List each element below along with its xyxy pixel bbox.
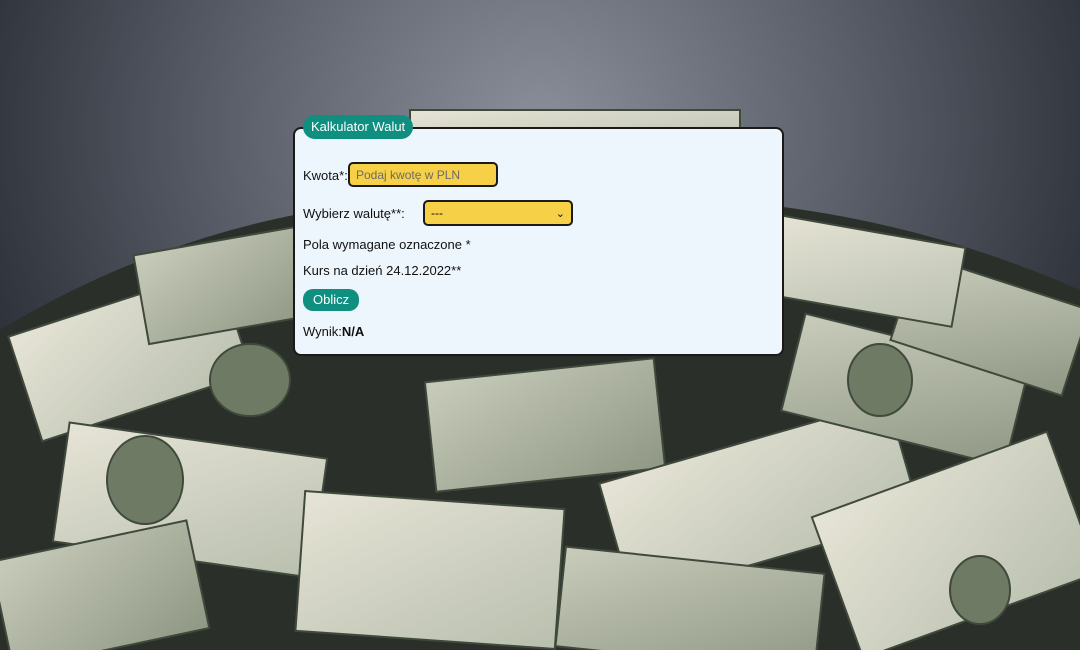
result-label: Wynik: xyxy=(303,324,342,339)
amount-label: Kwota*: xyxy=(303,168,348,183)
calculator-title: Kalkulator Walut xyxy=(303,115,414,139)
calculate-button[interactable]: Oblicz xyxy=(303,289,360,311)
chevron-down-icon: ⌄ xyxy=(555,207,565,220)
required-fields-note: Pola wymagane oznaczone * xyxy=(303,237,471,252)
result-line: Wynik:N/A xyxy=(303,324,364,339)
currency-selected-value: --- xyxy=(431,206,443,220)
result-value: N/A xyxy=(341,324,365,339)
amount-input[interactable] xyxy=(348,162,498,187)
currency-select[interactable]: --- ⌄ xyxy=(423,200,573,226)
exchange-rate-date: Kurs na dzień 24.12.2022** xyxy=(303,263,462,278)
currency-label: Wybierz walutę**: xyxy=(303,206,405,221)
